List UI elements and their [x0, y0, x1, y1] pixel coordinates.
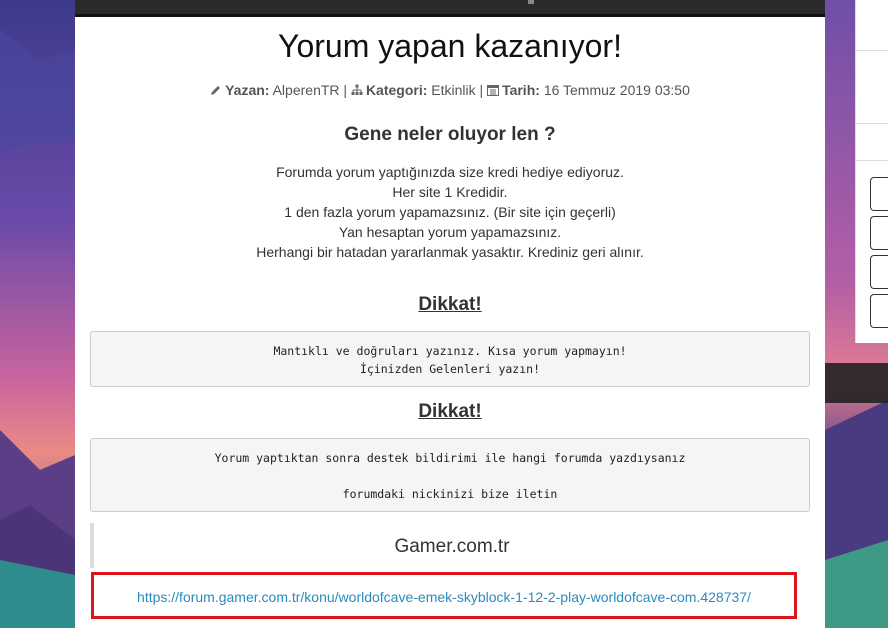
quote-title: Gamer.com.tr — [394, 536, 510, 557]
body-line: Yan hesaptan yorum yapamazsınız. — [338, 224, 562, 240]
article-body: Forumda yorum yaptığınızda size kredi he… — [75, 162, 825, 262]
pencil-icon — [211, 86, 221, 95]
sidebar-button[interactable] — [870, 216, 888, 250]
sidebar-divider — [856, 50, 888, 51]
sidebar-button[interactable] — [870, 255, 888, 289]
body-line: Herhangi bir hatadan yararlanmak yasaktı… — [256, 244, 644, 260]
article-meta: Yazan: AlperenTR | Kategori: Etkinlik | … — [75, 82, 825, 98]
sitemap-icon — [351, 84, 363, 95]
date-value: 16 Temmuz 2019 03:50 — [543, 82, 690, 98]
meta-separator: | — [479, 82, 484, 98]
body-line: Her site 1 Kredidir. — [392, 184, 508, 200]
notice-heading: Dikkat! — [418, 294, 482, 315]
calendar-icon — [487, 85, 500, 96]
notice-line: İçinizden Gelenleri yazın! — [359, 362, 540, 376]
notice-line: Mantıklı ve doğruları yazınız. Kısa yoru… — [273, 344, 627, 358]
sidebar-card — [855, 0, 888, 343]
notice-heading: Dikkat! — [418, 401, 482, 422]
sidebar-button[interactable] — [870, 177, 888, 211]
date-label: Tarih: — [502, 82, 540, 98]
category-label: Kategori: — [365, 82, 428, 98]
notice-line — [91, 467, 809, 485]
sidebar-button[interactable] — [870, 294, 888, 328]
notice-box: Mantıklı ve doğruları yazınız. Kısa yoru… — [90, 331, 810, 387]
notice-box: Yorum yaptıktan sonra destek bildirimi i… — [90, 438, 810, 512]
navbar-mark — [528, 0, 534, 4]
meta-separator: | — [343, 82, 348, 98]
body-line: Forumda yorum yaptığınızda size kredi he… — [276, 164, 624, 180]
forum-link[interactable]: https://forum.gamer.com.tr/konu/worldofc… — [91, 589, 797, 605]
sidebar-divider — [856, 123, 888, 124]
author-label: Yazan: — [225, 82, 270, 98]
sidebar-divider — [856, 160, 888, 161]
sidebar-dark-bar — [825, 363, 888, 403]
notice-line: Yorum yaptıktan sonra destek bildirimi i… — [214, 451, 686, 465]
category-name[interactable]: Etkinlik — [431, 82, 475, 98]
body-line: 1 den fazla yorum yapamazsınız. (Bir sit… — [284, 204, 616, 220]
article-title: Yorum yapan kazanıyor! — [278, 28, 622, 64]
article-subtitle: Gene neler oluyor len ? — [344, 124, 556, 145]
top-navbar — [75, 0, 825, 17]
author-name[interactable]: AlperenTR — [273, 82, 340, 98]
notice-line: forumdaki nickinizi bize iletin — [342, 487, 558, 501]
